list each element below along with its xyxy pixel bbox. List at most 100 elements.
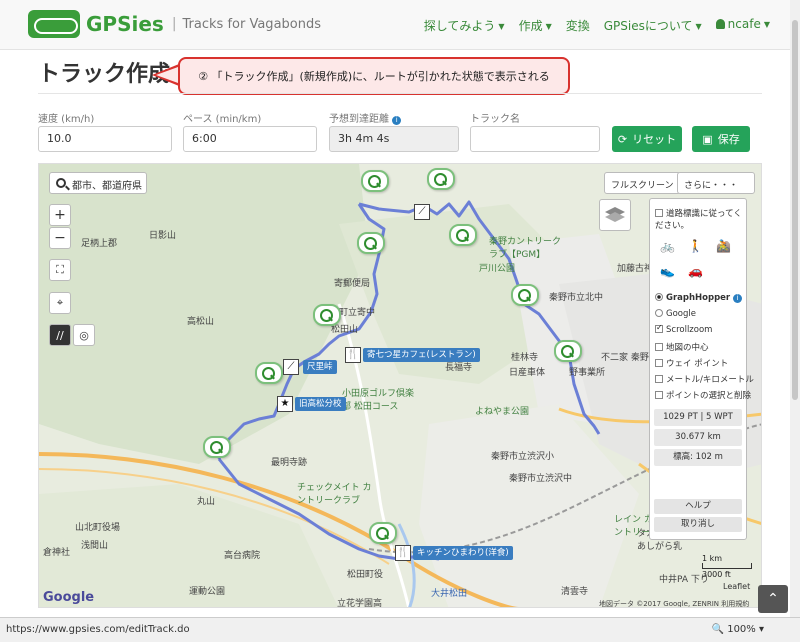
track-name-input[interactable] [470,126,600,152]
map-scale: 1 km 3000 ft [702,554,752,579]
checkbox[interactable] [655,359,663,367]
map-label: チェックメイト カントリークラブ [297,483,372,506]
waypoint-marker[interactable] [369,522,397,544]
waypoint-marker[interactable] [427,168,455,190]
waypoint-marker[interactable] [554,340,582,362]
router-google-option[interactable]: Google [655,309,696,319]
routing-panel: 道路標識に従ってください。 🚲 🚶 🚵 👟 🚗 GraphHopper i Go… [649,198,754,540]
caret-down-icon: ▼ [695,22,702,31]
pass-icon[interactable]: ⟋ [283,359,299,375]
follow-road-option[interactable]: 道路標識に従ってください。 [655,207,743,231]
nav-convert[interactable]: 変換 [566,17,590,34]
poi-label[interactable]: 旧高松分校 [295,397,346,411]
radio[interactable] [655,293,663,301]
reset-button[interactable]: ⟳ リセット [612,126,682,152]
map-canvas[interactable]: 足柄上郡 日影山 寄郵便局 高松山 秦野カントリークラブ【PGM】 戸川公園 加… [38,163,762,608]
select-delete-option[interactable]: ポイントの選択と削除 [655,389,751,401]
checkbox[interactable] [655,343,663,351]
checkbox[interactable] [655,209,663,217]
checkbox[interactable] [655,375,663,383]
waypoint-marker[interactable] [255,362,283,384]
layers-icon[interactable] [599,199,631,231]
star-icon[interactable]: ★ [277,396,293,412]
radio[interactable] [655,309,663,317]
poi-label[interactable]: 尺里峠 [303,360,337,374]
brand-tagline: Tracks for Vagabonds [182,16,321,32]
map-label: よねやま公園 [475,407,530,417]
info-icon[interactable]: i [392,116,402,125]
map-label: 清雲寺 [561,587,589,597]
nav-about[interactable]: GPSiesについて ▼ [604,17,702,34]
map-label: 不二家 秦野 [601,353,649,363]
poi-label[interactable]: 寄七つ星カフェ(レストラン) [363,348,480,362]
waypoint-marker[interactable] [203,436,231,458]
nav-user[interactable]: ncafe ▼ [715,17,770,34]
restaurant-icon[interactable]: 🍴 [345,347,361,363]
map-label: 運動公園 [189,587,226,597]
zoom-out-button[interactable]: − [49,227,71,249]
map-label: 浅間山 [81,541,109,551]
more-button[interactable]: さらに・・・ [677,172,755,194]
undo-button[interactable]: 取り消し [654,517,742,532]
checkbox[interactable] [655,391,663,399]
main-nav: 探してみよう ▼ 作成 ▼ 変換 GPSiesについて ▼ ncafe ▼ [424,17,770,34]
restaurant-icon[interactable]: 🍴 [395,545,411,561]
map-label: 日産車体 [509,368,546,378]
scale-bar [702,563,752,569]
save-button[interactable]: ▣ 保存 [692,126,750,152]
router-graphhopper-option[interactable]: GraphHopper i [655,293,742,303]
scrollzoom-option[interactable]: Scrollzoom [655,323,712,335]
zoom-level[interactable]: 🔍 100% ▾ [712,624,764,635]
poi-label[interactable]: キッチンひまわり(洋食) [413,546,513,560]
waypoint-marker[interactable] [449,224,477,246]
shoe-icon[interactable]: 👟 [660,264,675,278]
pace-input[interactable]: 6:00 [183,126,317,152]
help-button[interactable]: ヘルプ [654,499,742,514]
checkbox[interactable] [655,323,663,333]
waypoint-marker[interactable] [511,284,539,306]
leaflet-credit[interactable]: Leaflet [723,582,750,591]
waypoint-option[interactable]: ウェイ ポイント [655,357,728,369]
fullscreen-button[interactable]: フルスクリーン [604,172,681,194]
eta-label: 予想到達距離 i [329,110,402,125]
waypoint-marker[interactable] [313,304,341,326]
window-scrollbar[interactable] [790,0,800,617]
nav-create[interactable]: 作成 ▼ [519,17,552,34]
map-label: 高台病院 [224,551,261,561]
speed-input[interactable]: 10.0 [38,126,172,152]
status-url: https://www.gpsies.com/editTrack.do [6,624,190,635]
waypoint-marker[interactable] [357,232,385,254]
map-label: 立花学園高 [337,599,383,608]
waypoint-marker[interactable] [361,170,389,192]
callout-arrow-fill [156,67,178,83]
scrollbar-thumb[interactable] [792,20,798,400]
map-label: 丸山 [197,497,216,507]
top-navbar: GPSies | Tracks for Vagabonds 探してみよう ▼ 作成… [0,0,800,50]
logo[interactable]: GPSies | Tracks for Vagabonds [28,10,321,38]
car-icon[interactable]: 🚗 [688,264,703,278]
info-icon[interactable]: i [732,294,742,303]
fit-bounds-icon[interactable]: ⛶ [49,259,71,281]
map-label: 高松山 [187,317,215,327]
walk-icon[interactable]: 🚶 [688,239,703,253]
mtb-icon[interactable]: 🚵 [716,239,731,253]
map-center-option[interactable]: 地図の中心 [655,341,709,353]
location-pin-icon[interactable]: ⌖ [49,292,71,314]
google-logo: Google [43,590,95,605]
scroll-to-top-button[interactable]: ⌃ [758,585,788,613]
map-label: 大井松田 [431,589,468,599]
map-label: 最明寺跡 [271,458,308,468]
map-label: レイン カントリー [614,515,653,538]
caret-down-icon: ▼ [498,22,505,31]
draw-route-icon[interactable]: ∕∕ [49,324,71,346]
layers-icon-graphic [605,207,625,222]
pass-icon[interactable]: ⟋ [414,204,430,220]
zoom-in-button[interactable]: + [49,204,71,226]
map-label: 秦野市立渋沢小 [491,452,555,462]
nav-explore[interactable]: 探してみよう ▼ [424,17,505,34]
pace-label: ペース (min/km) [183,114,262,125]
bike-icon[interactable]: 🚲 [660,239,675,253]
add-waypoint-icon[interactable]: ◎ [73,324,95,346]
units-option[interactable]: メートル/キロメートル [655,373,754,385]
map-search-input[interactable]: 都市、都道府県 [49,172,147,194]
